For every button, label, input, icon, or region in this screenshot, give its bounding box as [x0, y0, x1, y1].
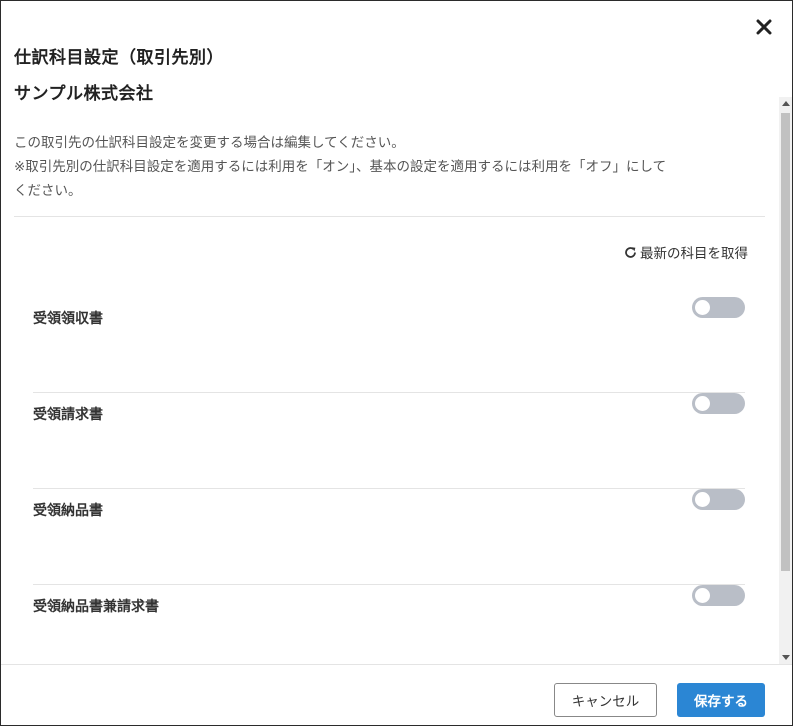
usage-toggle[interactable] [692, 297, 745, 318]
setting-row-invoice: 受領請求書 [33, 393, 745, 489]
refresh-accounts-link[interactable]: 最新の科目を取得 [624, 242, 748, 262]
setting-label: 受領請求書 [33, 407, 103, 423]
save-button[interactable]: 保存する [677, 683, 765, 717]
toggle-knob [695, 396, 710, 411]
usage-toggle[interactable] [692, 393, 745, 414]
setting-row-delivery-invoice: 受領納品書兼請求書 [33, 585, 745, 664]
scroll-down-arrow-icon[interactable] [782, 655, 790, 660]
refresh-icon [625, 246, 636, 258]
refresh-label: 最新の科目を取得 [640, 246, 748, 262]
setting-label: 受領納品書兼請求書 [33, 599, 159, 615]
toggle-knob [695, 588, 710, 603]
dialog-footer: キャンセル 保存する [1, 664, 792, 725]
description-line: この取引先の仕訳科目設定を変更する場合は編集してください。 [14, 135, 405, 151]
dialog-title: 仕訳科目設定（取引先別） [14, 48, 224, 68]
divider [14, 216, 765, 217]
settings-content: この取引先の仕訳科目設定を変更する場合は編集してください。 ※取引先別の仕訳科目… [1, 97, 779, 664]
setting-row-receipt: 受領領収書 [33, 297, 745, 393]
scroll-up-arrow-icon[interactable] [782, 101, 790, 106]
usage-toggle[interactable] [692, 489, 745, 510]
scrollbar[interactable] [779, 97, 792, 664]
usage-toggle[interactable] [692, 585, 745, 606]
journal-settings-dialog: 仕訳科目設定（取引先別） サンプル株式会社 この取引先の仕訳科目設定を変更する場… [0, 0, 793, 726]
setting-label: 受領納品書 [33, 503, 103, 519]
close-icon [756, 19, 772, 35]
description: この取引先の仕訳科目設定を変更する場合は編集してください。 ※取引先別の仕訳科目… [14, 131, 744, 203]
close-button[interactable] [752, 15, 776, 39]
setting-row-delivery-note: 受領納品書 [33, 489, 745, 585]
description-line: ください。 [14, 183, 82, 199]
toggle-knob [695, 300, 710, 315]
scrollbar-thumb[interactable] [781, 113, 790, 571]
setting-label: 受領領収書 [33, 311, 103, 327]
toggle-knob [695, 492, 710, 507]
settings-scroll-area[interactable]: この取引先の仕訳科目設定を変更する場合は編集してください。 ※取引先別の仕訳科目… [1, 97, 792, 664]
description-line: ※取引先別の仕訳科目設定を適用するには利用を「オン」、基本の設定を適用するには利… [14, 159, 667, 175]
cancel-button[interactable]: キャンセル [554, 683, 657, 717]
